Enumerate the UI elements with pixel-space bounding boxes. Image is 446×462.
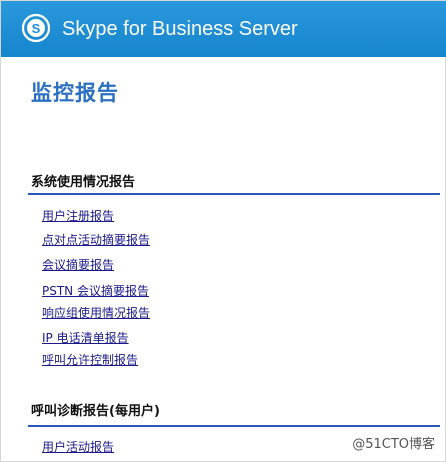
report-page: S Skype for Business Server 监控报告 系统使用情况报… [0,0,446,462]
link-response-group-usage-report[interactable]: 响应组使用情况报告 [42,305,150,321]
link-user-registration-report[interactable]: 用户注册报告 [42,208,114,224]
link-ip-phone-inventory-report[interactable]: IP 电话清单报告 [42,330,129,346]
section-divider [28,425,440,427]
link-call-admission-control-report[interactable]: 呼叫允许控制报告 [42,352,138,368]
section-divider [28,193,440,195]
skype-logo-icon: S [21,13,51,43]
link-pstn-conference-summary-report[interactable]: PSTN 会议摘要报告 [42,283,149,299]
watermark: @51CTO博客 [352,437,435,452]
link-conference-summary-report[interactable]: 会议摘要报告 [42,257,114,273]
app-header: S Skype for Business Server [1,1,446,57]
app-title: Skype for Business Server [62,18,298,40]
page-title: 监控报告 [31,81,119,105]
link-user-activity-report[interactable]: 用户活动报告 [42,439,114,455]
link-peer-to-peer-activity-summary-report[interactable]: 点对点活动摘要报告 [42,232,150,248]
section-heading-system-usage: 系统使用情况报告 [31,175,136,190]
section-heading-call-diagnostics: 呼叫诊断报告(每用户) [31,404,160,419]
svg-text:S: S [32,21,41,36]
